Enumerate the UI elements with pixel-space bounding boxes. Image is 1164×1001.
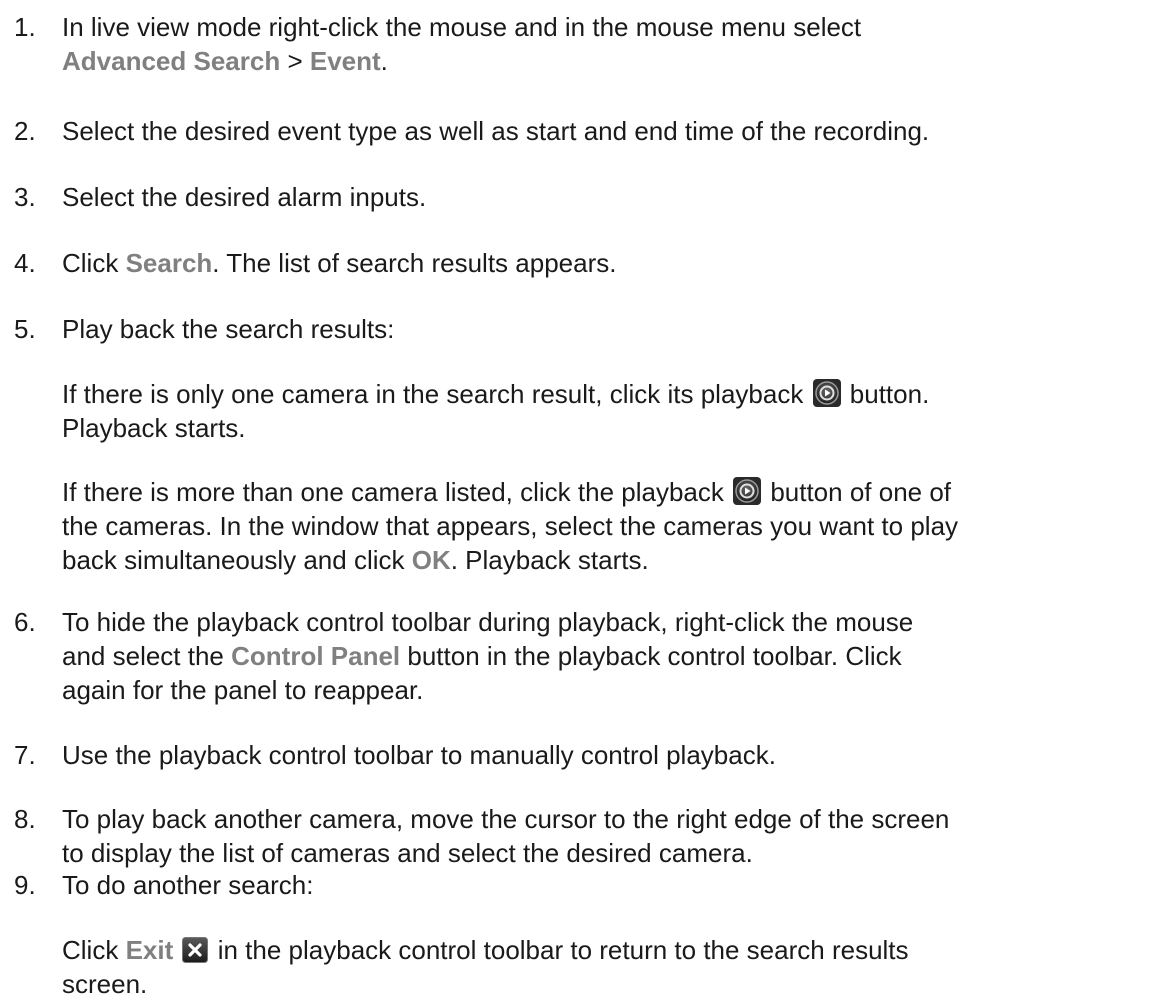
step-text: To hide the playback control toolbar dur… xyxy=(62,605,1162,707)
step-number: 4. xyxy=(14,248,36,278)
step-text: To play back another camera, move the cu… xyxy=(62,802,1162,870)
menu-term-advanced-search: Advanced Search xyxy=(62,46,281,76)
paragraph-text: the cameras. In the window that appears,… xyxy=(62,511,959,541)
paragraph-text: . Playback starts. xyxy=(450,545,649,575)
paragraph-text: button of one of xyxy=(763,477,952,507)
button-term-control-panel: Control Panel xyxy=(231,641,401,671)
step-line: button in the playback control toolbar. … xyxy=(400,641,902,671)
paragraph-text: screen. xyxy=(62,969,148,999)
step-text-part: Click xyxy=(62,248,126,278)
step-line: To hide the playback control toolbar dur… xyxy=(62,607,914,637)
paragraph-text: If there is only one camera in the searc… xyxy=(62,379,811,409)
step-text: In live view mode right-click the mouse … xyxy=(62,10,1162,78)
step-number: 6. xyxy=(14,607,36,637)
step-number: 1. xyxy=(14,12,36,42)
step-number: 3. xyxy=(14,182,36,212)
menu-term-event: Event xyxy=(309,46,381,76)
step-line: To play back another camera, move the cu… xyxy=(62,804,950,834)
button-term-search: Search xyxy=(125,248,213,278)
paragraph-text: in the playback control toolbar to retur… xyxy=(210,935,909,965)
step-number: 9. xyxy=(14,870,36,900)
step-number: 7. xyxy=(14,740,36,770)
step-9-paragraph: Click Exit in the playback control toolb… xyxy=(62,933,1162,1001)
step-number: 2. xyxy=(14,116,36,146)
step-text: Play back the search results: xyxy=(62,314,395,344)
paragraph-text: back simultaneously and click xyxy=(62,545,412,575)
exit-icon xyxy=(182,937,209,963)
step-line: In live view mode right-click the mouse … xyxy=(62,12,862,42)
step-number: 8. xyxy=(14,804,36,834)
playback-icon xyxy=(733,477,762,505)
step-line: and select the xyxy=(62,641,232,671)
button-term-exit: Exit xyxy=(125,935,174,965)
step-text: Use the playback control toolbar to manu… xyxy=(62,740,776,770)
step-text: Click Search. The list of search results… xyxy=(62,246,1162,280)
paragraph-text: Playback starts. xyxy=(62,413,246,443)
step-text: To do another search: xyxy=(62,870,314,900)
step-text: Select the desired event type as well as… xyxy=(62,116,930,146)
step-text: Select the desired alarm inputs. xyxy=(62,182,427,212)
step-5-paragraph-2: If there is more than one camera listed,… xyxy=(62,475,1162,577)
paragraph-text: Click xyxy=(62,935,126,965)
menu-separator: > xyxy=(280,46,310,76)
paragraph-text: If there is more than one camera listed,… xyxy=(62,477,732,507)
step-line: to display the list of cameras and selec… xyxy=(62,838,753,868)
step-5-paragraph-1: If there is only one camera in the searc… xyxy=(62,377,1162,445)
step-number: 5. xyxy=(14,314,36,344)
punctuation: . xyxy=(380,46,388,76)
step-line: again for the panel to reappear. xyxy=(62,675,424,705)
button-term-ok: OK xyxy=(411,545,451,575)
step-text-part: . The list of search results appears. xyxy=(212,248,617,278)
paragraph-text: button. xyxy=(842,379,930,409)
playback-icon xyxy=(812,379,841,407)
